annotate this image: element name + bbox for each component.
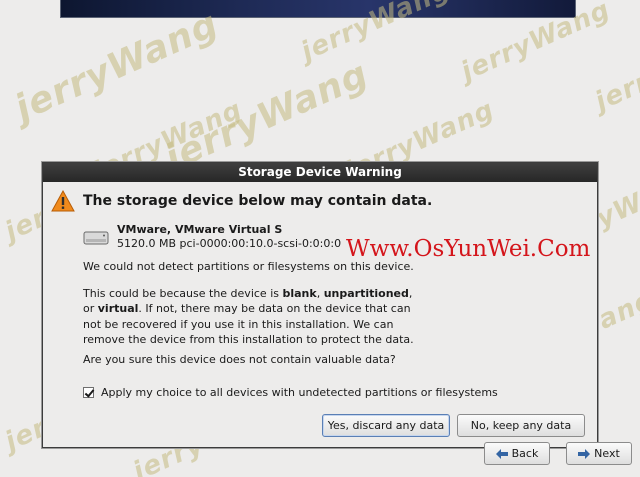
watermark-text: jerryWang [159, 53, 375, 180]
warning-icon [51, 190, 75, 212]
watermark-text: jerryWang [590, 24, 640, 118]
apply-all-label: Apply my choice to all devices with unde… [101, 386, 498, 399]
site-watermark: Www.OsYunWei.Com [346, 236, 591, 262]
device-name: VMware, VMware Virtual S [117, 223, 283, 236]
confirm-question: Are you sure this device does not contai… [83, 353, 396, 366]
apply-all-row[interactable]: Apply my choice to all devices with unde… [83, 386, 498, 399]
device-info: 5120.0 MB pci-0000:00:10.0-scsi-0:0:0:0 [117, 237, 342, 250]
discard-data-button[interactable]: Yes, discard any data [322, 414, 450, 437]
back-button[interactable]: Back [484, 442, 550, 465]
next-button[interactable]: Next [566, 442, 632, 465]
keyword-blank: blank [282, 287, 317, 300]
back-label: Back [511, 447, 539, 460]
installer-banner [60, 0, 576, 18]
apply-all-checkbox[interactable] [83, 387, 94, 398]
back-arrow-icon [495, 448, 508, 459]
next-label: Next [594, 447, 620, 460]
storage-warning-dialog: Storage Device Warning The storage devic… [42, 162, 598, 448]
paragraph-text: This could be because the device is [83, 287, 283, 300]
paragraph-text: or [83, 302, 98, 316]
dialog-title: Storage Device Warning [43, 163, 597, 182]
warning-paragraph: This could be because the device is blan… [83, 286, 423, 347]
watermark-text: jerryWang [9, 3, 225, 130]
next-arrow-icon [578, 448, 591, 459]
keep-data-button[interactable]: No, keep any data [457, 414, 585, 437]
dialog-headline: The storage device below may contain dat… [83, 193, 433, 209]
keyword-virtual: virtual [97, 302, 139, 316]
keyword-unpartitioned: unpartitioned [323, 287, 409, 300]
hard-disk-icon [83, 231, 109, 245]
paragraph-text: , [408, 287, 413, 300]
paragraph-text: , [316, 287, 324, 300]
